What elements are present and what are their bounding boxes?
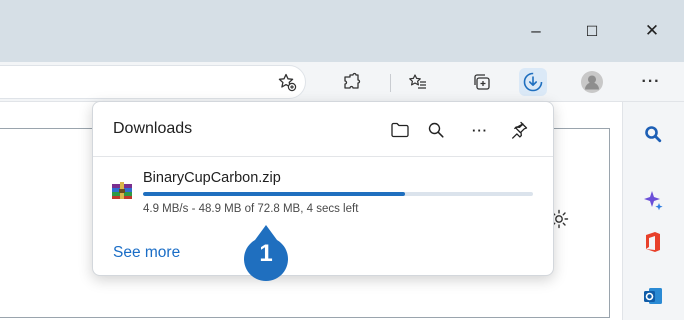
browser-window: – ☐ ✕ ··· Downloads ··· BinaryCupCarbon.… <box>0 0 684 320</box>
title-bar: – ☐ ✕ <box>0 0 684 62</box>
see-more-link[interactable]: See more <box>113 244 180 262</box>
extensions-button[interactable] <box>338 68 366 96</box>
open-downloads-folder-button[interactable] <box>387 117 413 143</box>
downloads-button[interactable] <box>519 68 547 96</box>
download-progress-bar <box>143 192 533 196</box>
download-progress-fill <box>143 192 405 196</box>
address-bar[interactable] <box>0 65 306 99</box>
open-folder-icon <box>391 122 409 138</box>
downloads-icon <box>523 72 543 92</box>
search-icon <box>428 122 444 138</box>
edge-sidebar <box>622 102 684 320</box>
collections-icon <box>474 74 490 90</box>
office-icon <box>646 232 660 252</box>
downloads-more-button[interactable]: ··· <box>467 117 493 143</box>
sidebar-search-button[interactable] <box>639 120 667 148</box>
profile-avatar-icon <box>581 71 603 93</box>
close-button[interactable]: ✕ <box>632 14 672 48</box>
settings-more-button[interactable]: ··· <box>637 68 665 96</box>
browser-toolbar: ··· <box>0 62 684 102</box>
favorite-add-icon <box>278 73 297 92</box>
downloads-panel: Downloads ··· BinaryCupCarbon.zip 4.9 MB… <box>92 101 554 276</box>
favorite-add-button[interactable] <box>273 68 301 96</box>
callout-number: 1 <box>259 240 273 267</box>
collections-button[interactable] <box>468 68 496 96</box>
sidebar-copilot-button[interactable] <box>639 186 667 214</box>
search-downloads-button[interactable] <box>423 117 449 143</box>
maximize-button[interactable]: ☐ <box>572 14 612 48</box>
toolbar-divider <box>390 74 391 92</box>
close-icon: ✕ <box>644 21 660 40</box>
extensions-icon <box>344 72 361 89</box>
outlook-icon <box>644 288 662 304</box>
download-status: 4.9 MB/s - 48.9 MB of 72.8 MB, 4 secs le… <box>143 203 359 215</box>
copilot-icon <box>644 191 663 211</box>
minimize-button[interactable]: – <box>516 14 556 48</box>
zip-archive-icon <box>112 182 132 199</box>
more-icon: ··· <box>472 122 488 138</box>
pin-downloads-button[interactable] <box>506 117 532 143</box>
profile-button[interactable] <box>578 68 606 96</box>
favorites-button[interactable] <box>404 68 432 96</box>
panel-divider <box>93 156 553 157</box>
minimize-icon: – <box>531 21 541 40</box>
more-icon: ··· <box>641 73 661 90</box>
favorites-icon <box>409 74 426 89</box>
sidebar-office-button[interactable] <box>639 228 667 256</box>
download-file-name[interactable]: BinaryCupCarbon.zip <box>143 170 281 186</box>
maximize-icon: ☐ <box>585 22 599 39</box>
downloads-title: Downloads <box>113 120 193 137</box>
pin-icon <box>512 121 528 139</box>
search-icon <box>645 126 662 143</box>
sidebar-outlook-button[interactable] <box>639 282 667 310</box>
